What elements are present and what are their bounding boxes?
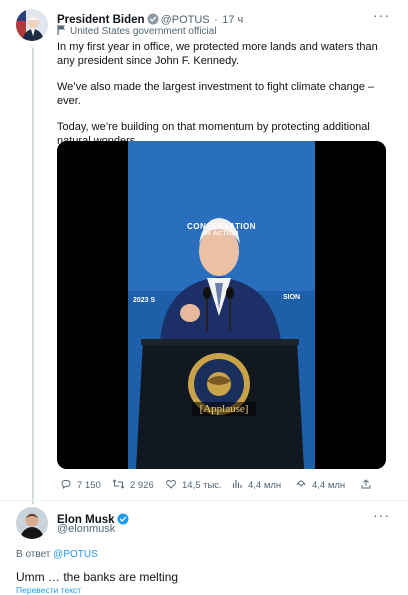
reply-text: Umm … the banks are melting: [16, 570, 179, 584]
reply-avatar[interactable]: [16, 507, 48, 539]
video-backdrop-right: SION: [283, 294, 301, 301]
views-count: 4,4 млн: [248, 480, 282, 491]
translate-link[interactable]: Перевести текст: [16, 585, 81, 595]
tweet-time[interactable]: 17 ч: [222, 14, 243, 26]
retweet-action[interactable]: 2 926: [112, 478, 154, 493]
tweet-video[interactable]: CONSERVATION IN ACTION 2023 S SION [Appl…: [57, 141, 386, 469]
tweet-paragraph-1: In my first year in office, we protected…: [57, 41, 378, 67]
reply-to-line: В ответ @POTUS: [16, 549, 98, 560]
reply-to-link[interactable]: @POTUS: [53, 549, 98, 560]
video-backdrop-year: 2023 S: [133, 297, 156, 304]
share-icon: [360, 478, 372, 493]
views-action[interactable]: 4,4 млн: [231, 478, 281, 493]
tweet-paragraph-2: We’ve also made the largest investment t…: [57, 81, 375, 107]
reply-more-options-icon[interactable]: ···: [373, 507, 390, 523]
reply-to-prefix: В ответ: [16, 549, 51, 560]
avatar[interactable]: [16, 9, 48, 41]
heart-icon: [165, 478, 177, 493]
reply-avatar-image: [16, 507, 48, 539]
reply-author-handle[interactable]: @elonmusk: [57, 523, 115, 535]
thread-connector: [32, 48, 34, 504]
government-label[interactable]: United States government official: [57, 25, 217, 38]
verified-blue-icon: [117, 512, 129, 530]
share-action[interactable]: [360, 478, 372, 493]
video-backdrop-title: CONSERVATION IN ACTION: [128, 222, 315, 237]
government-label-text: United States government official: [70, 26, 217, 37]
tweet-divider: [0, 500, 408, 501]
reply-count: 7 150: [77, 480, 101, 491]
retweet-count: 2 926: [130, 480, 154, 491]
like-count: 14,5 тыс.: [182, 480, 222, 491]
bookmark-action[interactable]: 4,4 млн: [295, 478, 345, 493]
bookmark-count: 4,4 млн: [312, 480, 346, 491]
tweet-actions: 7 150 2 926 14,5 тыс. 4,4 млн 4,4 млн: [60, 478, 380, 494]
video-frame: [57, 141, 386, 469]
views-icon: [231, 478, 243, 493]
video-backdrop-line1: CONSERVATION: [186, 222, 257, 231]
retweet-icon: [112, 478, 125, 493]
bookmark-icon: [295, 478, 307, 493]
video-backdrop-line2: IN ACTION: [204, 231, 239, 237]
reply-icon: [60, 478, 72, 493]
avatar-image: [16, 9, 48, 41]
reply-action[interactable]: 7 150: [60, 478, 101, 493]
like-action[interactable]: 14,5 тыс.: [165, 478, 222, 493]
more-options-icon[interactable]: ···: [373, 7, 390, 23]
video-caption: [Applause]: [192, 402, 256, 416]
flag-icon: [57, 25, 66, 38]
